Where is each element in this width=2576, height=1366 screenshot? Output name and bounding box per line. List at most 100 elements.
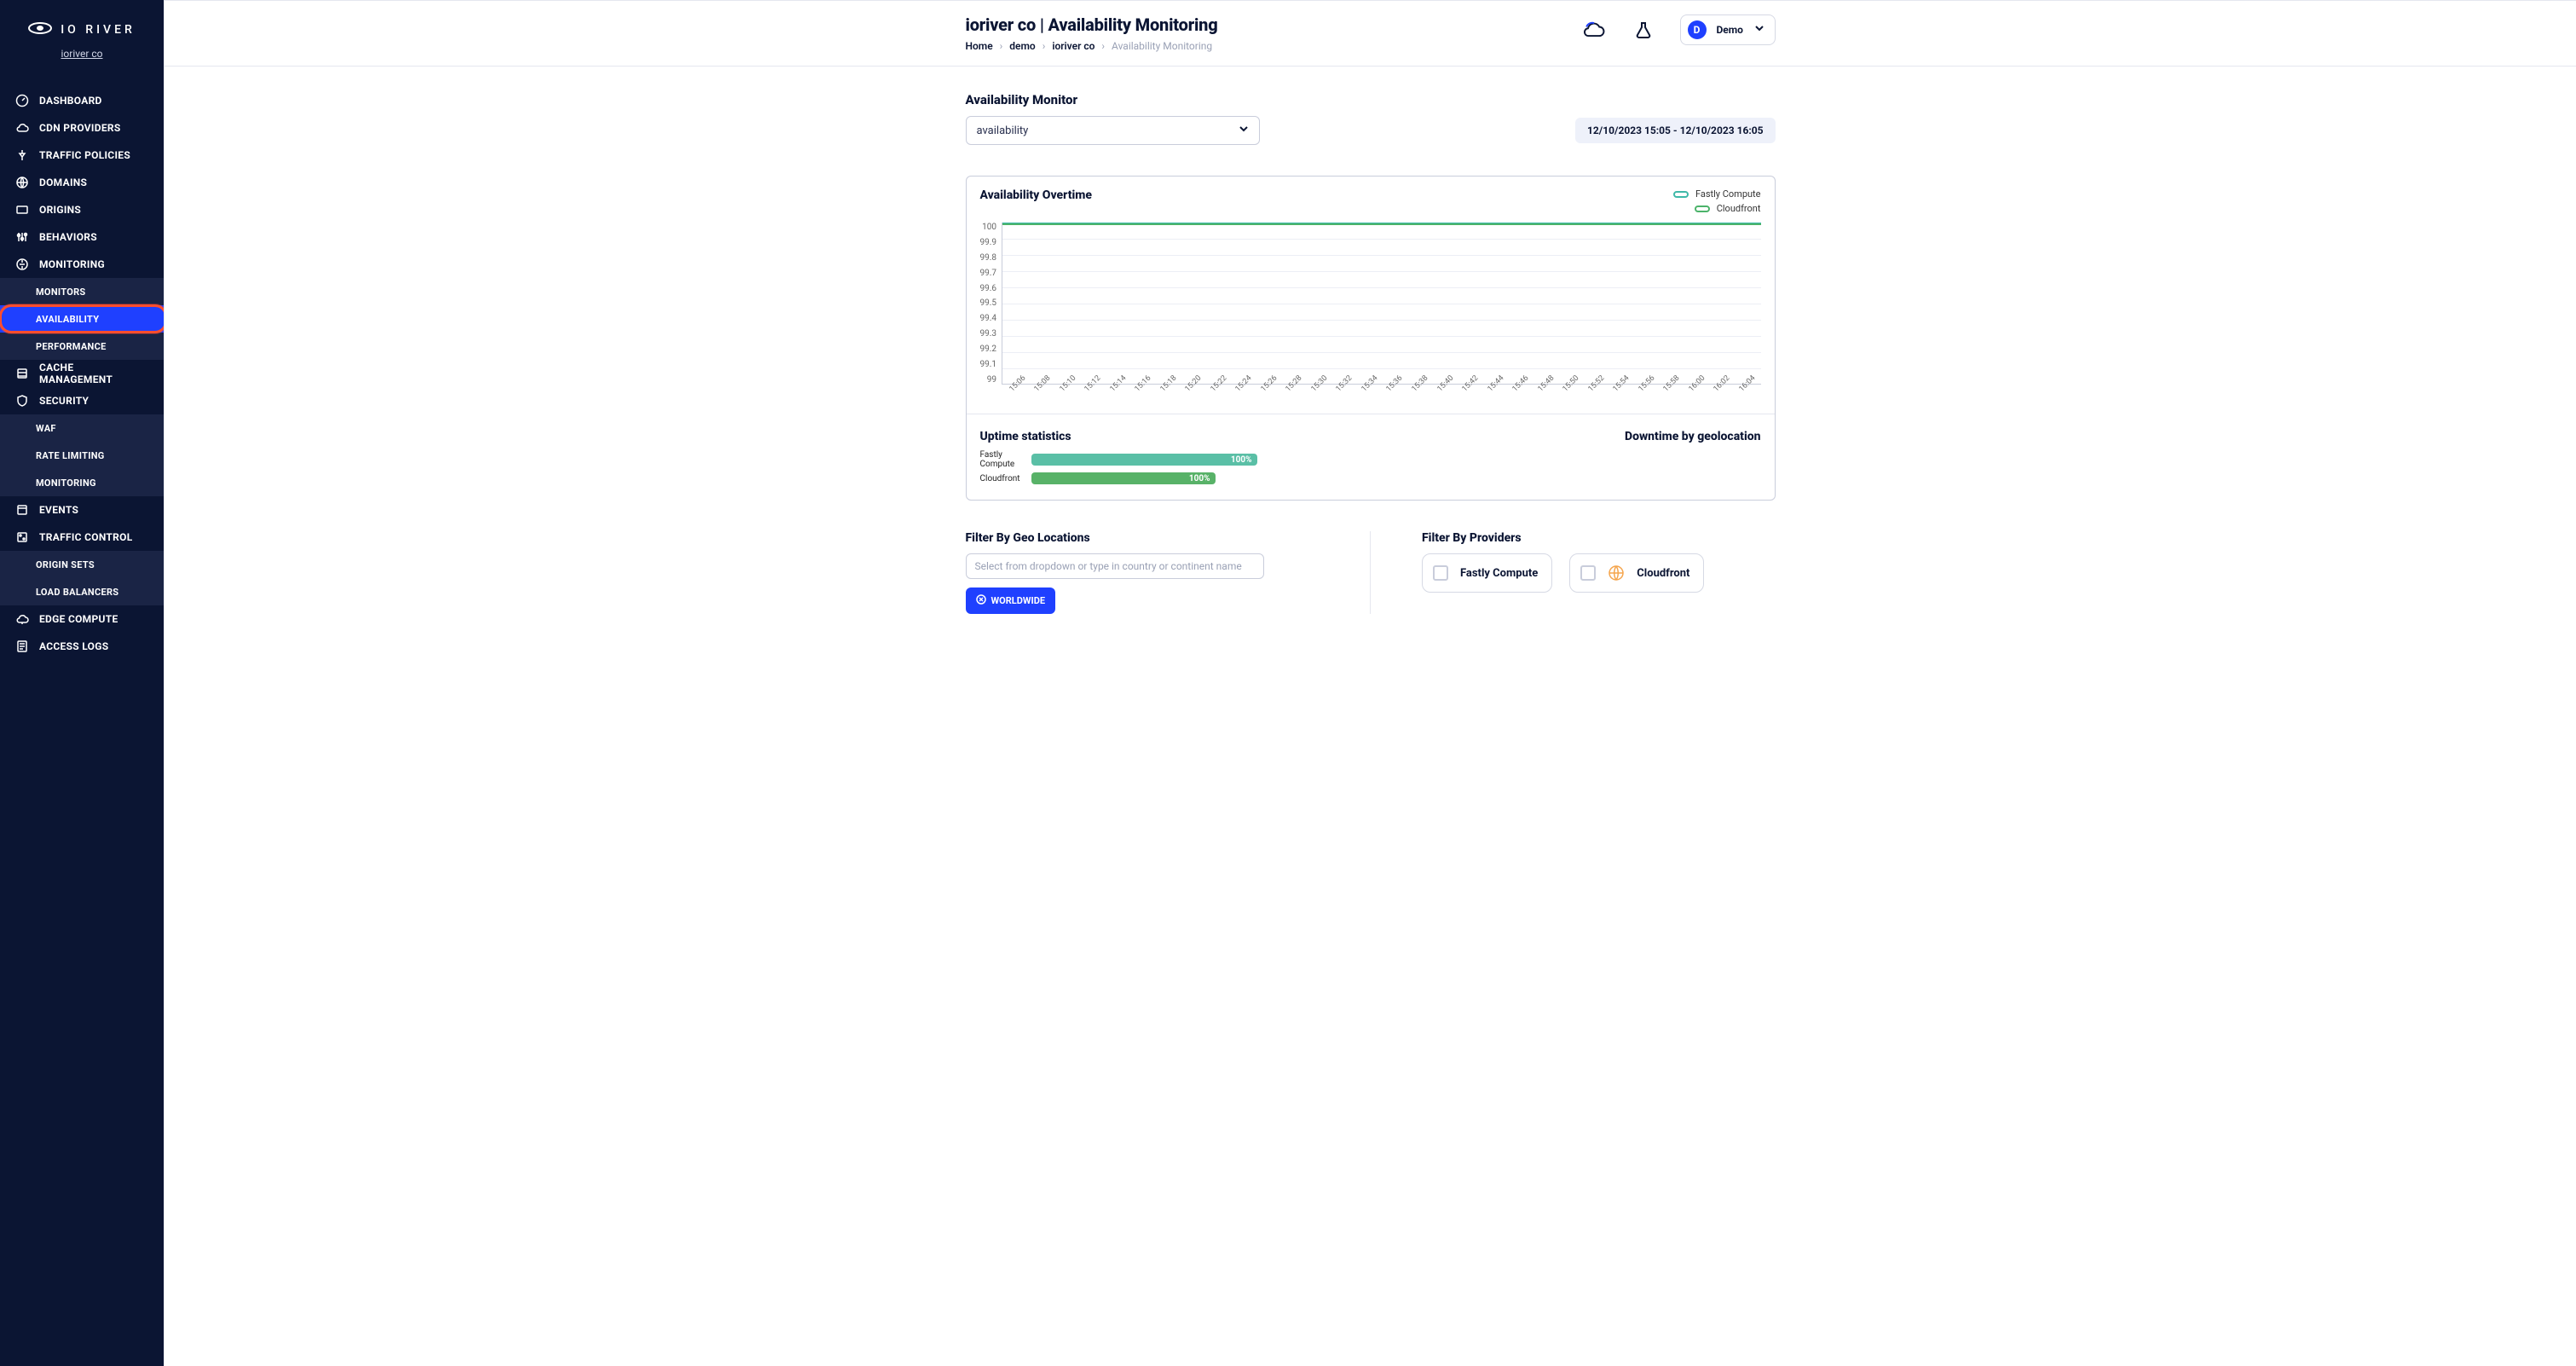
sidebar-item-domains[interactable]: DOMAINS [0,169,164,196]
page-title: ioriver co | Availability Monitoring [966,14,1218,35]
filter-geo-title: Filter By Geo Locations [966,531,1320,545]
chart-plot-area [1002,223,1761,385]
nav-label: PERFORMANCE [36,341,107,352]
chart-legend: Fastly Compute Cloudfront [1673,188,1761,214]
brand-subtitle[interactable]: ioriver co [61,48,102,60]
uptime-label: Cloudfront [980,474,1023,483]
flask-icon[interactable] [1631,17,1656,43]
checkbox[interactable] [1580,565,1596,581]
sidebar-item-dashboard[interactable]: DASHBOARD [0,87,164,114]
y-tick: 99.2 [980,344,997,354]
sidebar-item-traffic-policies[interactable]: TRAFFIC POLICIES [0,142,164,169]
uptime-row-fastly: Fastly Compute 100% [980,450,1257,469]
sidebar-item-rate-limiting[interactable]: RATE LIMITING [0,442,164,469]
chart-title: Availability Overtime [980,188,1092,202]
nav-label: WAF [36,423,56,434]
uptime-label: Fastly Compute [980,450,1023,469]
sidebar-item-monitoring[interactable]: MONITORING [0,251,164,278]
chart-y-axis: 10099.999.899.799.699.599.499.399.299.19… [980,223,1002,385]
monitor-select[interactable]: availability [966,116,1260,145]
chevron-down-icon [1239,124,1249,137]
sidebar-item-security[interactable]: SECURITY [0,387,164,414]
sidebar-item-origins[interactable]: ORIGINS [0,196,164,223]
filter-divider [1370,531,1371,614]
sidebar-item-security-monitoring[interactable]: MONITORING [0,469,164,496]
sidebar-item-edge-compute[interactable]: EDGE COMPUTE [0,605,164,633]
sidebar-item-events[interactable]: EVENTS [0,496,164,524]
sidebar-item-behaviors[interactable]: BEHAVIORS [0,223,164,251]
legend-item-fastly[interactable]: Fastly Compute [1673,188,1761,200]
gauge-icon [15,94,29,107]
provider-card-fastly[interactable]: Fastly Compute [1422,553,1552,593]
sidebar-item-monitors[interactable]: MONITORS [0,278,164,305]
globe-icon [15,176,29,189]
uptime-bar: 100% [1031,454,1257,466]
y-tick: 99 [987,375,996,385]
topbar: ioriver co | Availability Monitoring Hom… [165,1,2576,67]
worldwide-label: WORLDWIDE [991,595,1046,606]
shield-icon [15,394,29,408]
sidebar-item-load-balancers[interactable]: LOAD BALANCERS [0,578,164,605]
breadcrumb-demo[interactable]: demo [1009,40,1035,52]
sidebar-item-performance[interactable]: PERFORMANCE [0,333,164,360]
legend-item-cloudfront[interactable]: Cloudfront [1695,203,1761,214]
sidebar-item-cache-management[interactable]: CACHE MANAGEMENT [0,360,164,387]
chart-x-axis: 15:0615:0815:1015:1215:1415:1615:1815:20… [1006,390,1761,398]
geo-filter-input[interactable]: Select from dropdown or type in country … [966,553,1264,579]
sliders-icon [15,230,29,244]
server-icon [15,203,29,217]
provider-card-cloudfront[interactable]: Cloudfront [1569,553,1704,593]
sidebar-item-traffic-control[interactable]: TRAFFIC CONTROL [0,524,164,551]
y-tick: 99.7 [980,269,997,278]
brand-block: IO RIVER ioriver co [0,0,164,70]
breadcrumb-current: Availability Monitoring [1112,40,1212,52]
breadcrumbs: Home › demo › ioriver co › Availability … [966,40,1218,52]
availability-chart: 10099.999.899.799.699.599.499.399.299.19… [980,223,1761,385]
nav-label: EDGE COMPUTE [39,613,118,625]
breadcrumb-home[interactable]: Home [966,40,993,52]
breadcrumb-ioriver[interactable]: ioriver co [1052,40,1095,52]
downtime-title: Downtime by geolocation [1625,430,1761,443]
sidebar-item-waf[interactable]: WAF [0,414,164,442]
monitor-selected-value: availability [977,124,1029,137]
user-menu[interactable]: D Demo [1680,14,1776,45]
availability-panel: Availability Overtime Fastly Compute Clo… [966,176,1776,501]
y-tick: 99.5 [980,298,997,308]
sidebar-item-cdn-providers[interactable]: CDN PROVIDERS [0,114,164,142]
legend-label: Cloudfront [1717,203,1761,214]
nav-label: MONITORING [39,258,105,270]
time-range-display[interactable]: 12/10/2023 15:05 - 12/10/2023 16:05 [1575,118,1775,143]
provider-name: Cloudfront [1637,567,1689,580]
calendar-icon [15,503,29,517]
y-tick: 99.4 [980,314,997,323]
worldwide-chip[interactable]: WORLDWIDE [966,587,1056,614]
chevron-right-icon: › [1043,40,1046,52]
cpu-icon [15,612,29,626]
nav-label: LOAD BALANCERS [36,587,118,598]
nav-label: TRAFFIC POLICIES [39,149,130,161]
sidebar-item-availability[interactable]: AVAILABILITY [0,305,164,333]
user-name: Demo [1717,24,1744,36]
sidebar: IO RIVER ioriver co DASHBOARD CDN PROVID… [0,0,164,1366]
y-tick: 99.6 [980,284,997,293]
nav-label: AVAILABILITY [36,314,99,325]
cloud-status-icon[interactable] [1581,17,1607,43]
chart-series-line [1002,223,1761,225]
chevron-down-icon [1754,23,1765,37]
y-tick: 99.8 [980,253,997,263]
nav-label: RATE LIMITING [36,450,105,461]
sidebar-item-access-logs[interactable]: ACCESS LOGS [0,633,164,660]
cache-icon [15,367,29,380]
y-tick: 99.9 [980,238,997,247]
nav-label: MONITORING [36,478,96,489]
nav-label: BEHAVIORS [39,231,97,243]
sidebar-item-origin-sets[interactable]: ORIGIN SETS [0,551,164,578]
brand-name: IO RIVER [61,23,136,37]
chevron-right-icon: › [1000,40,1003,52]
checkbox[interactable] [1433,565,1448,581]
nav-label: ACCESS LOGS [39,640,108,652]
chevron-right-icon: › [1101,40,1105,52]
traffic-icon [15,148,29,162]
cloudfront-logo-icon [1608,564,1625,582]
nav-label: ORIGINS [39,204,81,216]
